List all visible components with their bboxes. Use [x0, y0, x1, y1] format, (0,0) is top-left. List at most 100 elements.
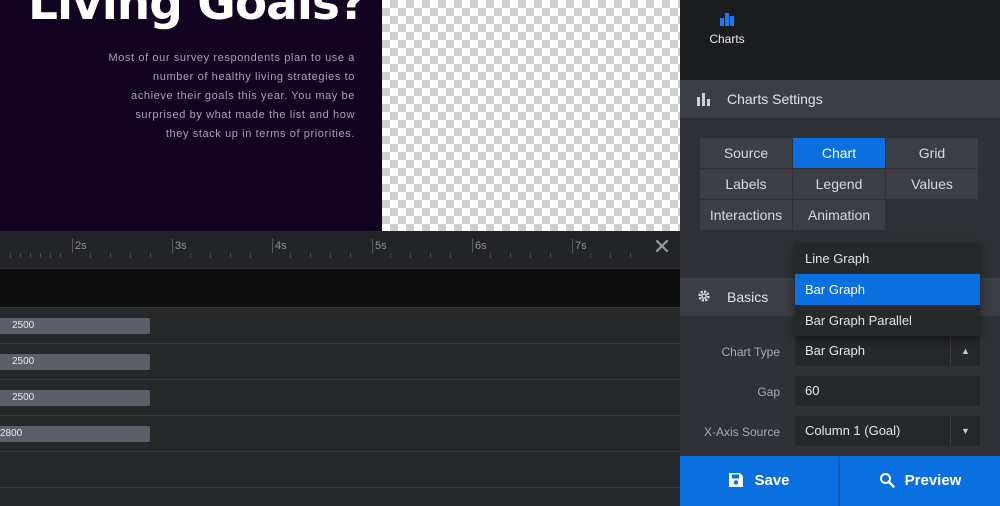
- ruler-major-tick: [72, 239, 73, 253]
- gap-input[interactable]: 60: [795, 376, 980, 406]
- ruler-minor-tick: [630, 253, 631, 258]
- chart-type-dropdown: Line Graph Bar Graph Bar Graph Parallel: [795, 243, 980, 336]
- slide-body-line: they stack up in terms of priorities.: [165, 128, 355, 140]
- save-label: Save: [754, 472, 790, 489]
- ruler-minor-tick: [250, 253, 251, 258]
- caret-down-icon[interactable]: ▼: [950, 416, 980, 446]
- slide-body-line: surprised by what made the list and how: [135, 109, 355, 121]
- timeline-track[interactable]: [0, 487, 680, 506]
- timeline: 2s 3s 4s 5s 6s 7s ✕ 2500 2500 2500 2800: [0, 231, 680, 506]
- ruler-minor-tick: [510, 253, 511, 258]
- ruler-minor-tick: [110, 253, 111, 258]
- ruler-minor-tick: [230, 253, 231, 258]
- ruler-minor-tick: [30, 253, 31, 258]
- preview-button[interactable]: Preview: [840, 456, 1000, 506]
- basics-title: Basics: [727, 289, 769, 305]
- ruler-minor-tick: [430, 253, 431, 258]
- preview-label: Preview: [904, 472, 962, 489]
- settings-panel: Charts Charts Settings Source Chart Grid…: [680, 0, 1000, 506]
- bar-chart-icon: [697, 93, 710, 106]
- ruler-minor-tick: [90, 253, 91, 258]
- ruler-tick-label: 6s: [475, 240, 487, 252]
- ruler-minor-tick: [310, 253, 311, 258]
- ruler-tick-label: 3s: [175, 240, 187, 252]
- timeline-track[interactable]: [0, 451, 680, 487]
- track-clip[interactable]: 2500: [0, 354, 150, 370]
- ruler-tick-label: 2s: [75, 240, 87, 252]
- ruler-minor-tick: [10, 253, 11, 258]
- ruler-minor-tick: [290, 253, 291, 258]
- ruler-minor-tick: [40, 253, 41, 258]
- timeline-ruler[interactable]: 2s 3s 4s 5s 6s 7s ✕: [0, 231, 680, 269]
- gap-label: Gap: [757, 385, 780, 399]
- ruler-major-tick: [472, 239, 473, 253]
- ruler-minor-tick: [530, 253, 531, 258]
- save-icon: [729, 473, 744, 487]
- save-button[interactable]: Save: [680, 456, 838, 506]
- ruler-minor-tick: [20, 253, 21, 258]
- ruler-minor-tick: [130, 253, 131, 258]
- slide-body-line: achieve their goals this year. You may b…: [131, 90, 355, 102]
- slide-body-line: Most of our survey respondents plan to u…: [108, 52, 355, 64]
- ruler-minor-tick: [330, 253, 331, 258]
- timeline-track[interactable]: 2800: [0, 415, 680, 451]
- charts-tab[interactable]: Charts: [696, 8, 758, 58]
- ruler-minor-tick: [50, 253, 51, 258]
- x-axis-source-select[interactable]: Column 1 (Goal) ▼: [795, 416, 980, 446]
- tab-legend[interactable]: Legend: [793, 169, 885, 199]
- transparent-canvas-area: [382, 0, 680, 231]
- ruler-tick-label: 7s: [575, 240, 587, 252]
- gear-icon: [698, 290, 710, 302]
- search-icon: [879, 473, 895, 488]
- dropdown-option-line-graph[interactable]: Line Graph: [795, 243, 980, 274]
- chart-type-value: Bar Graph: [805, 343, 865, 358]
- slide-body-text: Most of our survey respondents plan to u…: [55, 49, 355, 144]
- timeline-track[interactable]: 2500: [0, 379, 680, 415]
- charts-settings-header[interactable]: Charts Settings: [680, 80, 1000, 118]
- panel-tab-bar: Charts: [680, 0, 1000, 80]
- ruler-tick-label: 5s: [375, 240, 387, 252]
- ruler-tick-label: 4s: [275, 240, 287, 252]
- ruler-major-tick: [572, 239, 573, 253]
- timeline-track[interactable]: 2500: [0, 343, 680, 379]
- tab-grid[interactable]: Grid: [886, 138, 978, 168]
- x-axis-source-value: Column 1 (Goal): [805, 423, 901, 438]
- timeline-track[interactable]: 2500: [0, 307, 680, 343]
- slide-title: Living Goals?: [28, 0, 366, 31]
- ruler-minor-tick: [60, 253, 61, 258]
- ruler-minor-tick: [150, 253, 151, 258]
- ruler-major-tick: [272, 239, 273, 253]
- chart-type-select[interactable]: Bar Graph ▲: [795, 336, 980, 366]
- chart-type-label: Chart Type: [721, 345, 780, 359]
- tab-interactions[interactable]: Interactions: [700, 200, 792, 230]
- dropdown-option-bar-graph-parallel[interactable]: Bar Graph Parallel: [795, 305, 980, 336]
- ruler-major-tick: [172, 239, 173, 253]
- ruler-minor-tick: [610, 253, 611, 258]
- bar-chart-icon: [720, 13, 734, 26]
- ruler-minor-tick: [490, 253, 491, 258]
- slide-body-line: number of healthy living strategies to: [153, 71, 355, 83]
- dropdown-option-bar-graph[interactable]: Bar Graph: [795, 274, 980, 305]
- tab-animation[interactable]: Animation: [793, 200, 885, 230]
- ruler-minor-tick: [390, 253, 391, 258]
- close-timeline-icon[interactable]: ✕: [652, 236, 672, 258]
- ruler-minor-tick: [450, 253, 451, 258]
- ruler-minor-tick: [410, 253, 411, 258]
- track-clip[interactable]: 2500: [0, 390, 150, 406]
- tab-values[interactable]: Values: [886, 169, 978, 199]
- charts-tab-label: Charts: [709, 32, 745, 46]
- ruler-minor-tick: [190, 253, 191, 258]
- ruler-minor-tick: [550, 253, 551, 258]
- track-clip[interactable]: 2800: [0, 426, 150, 442]
- editor-window: Living Goals? Most of our survey respond…: [0, 0, 1000, 506]
- tab-chart[interactable]: Chart: [793, 138, 885, 168]
- ruler-major-tick: [372, 239, 373, 253]
- tab-source[interactable]: Source: [700, 138, 792, 168]
- ruler-minor-tick: [590, 253, 591, 258]
- slide-preview[interactable]: Living Goals? Most of our survey respond…: [0, 0, 382, 231]
- tab-labels[interactable]: Labels: [700, 169, 792, 199]
- charts-settings-title: Charts Settings: [727, 91, 823, 107]
- ruler-minor-tick: [210, 253, 211, 258]
- caret-up-icon[interactable]: ▲: [950, 336, 980, 366]
- track-clip[interactable]: 2500: [0, 318, 150, 334]
